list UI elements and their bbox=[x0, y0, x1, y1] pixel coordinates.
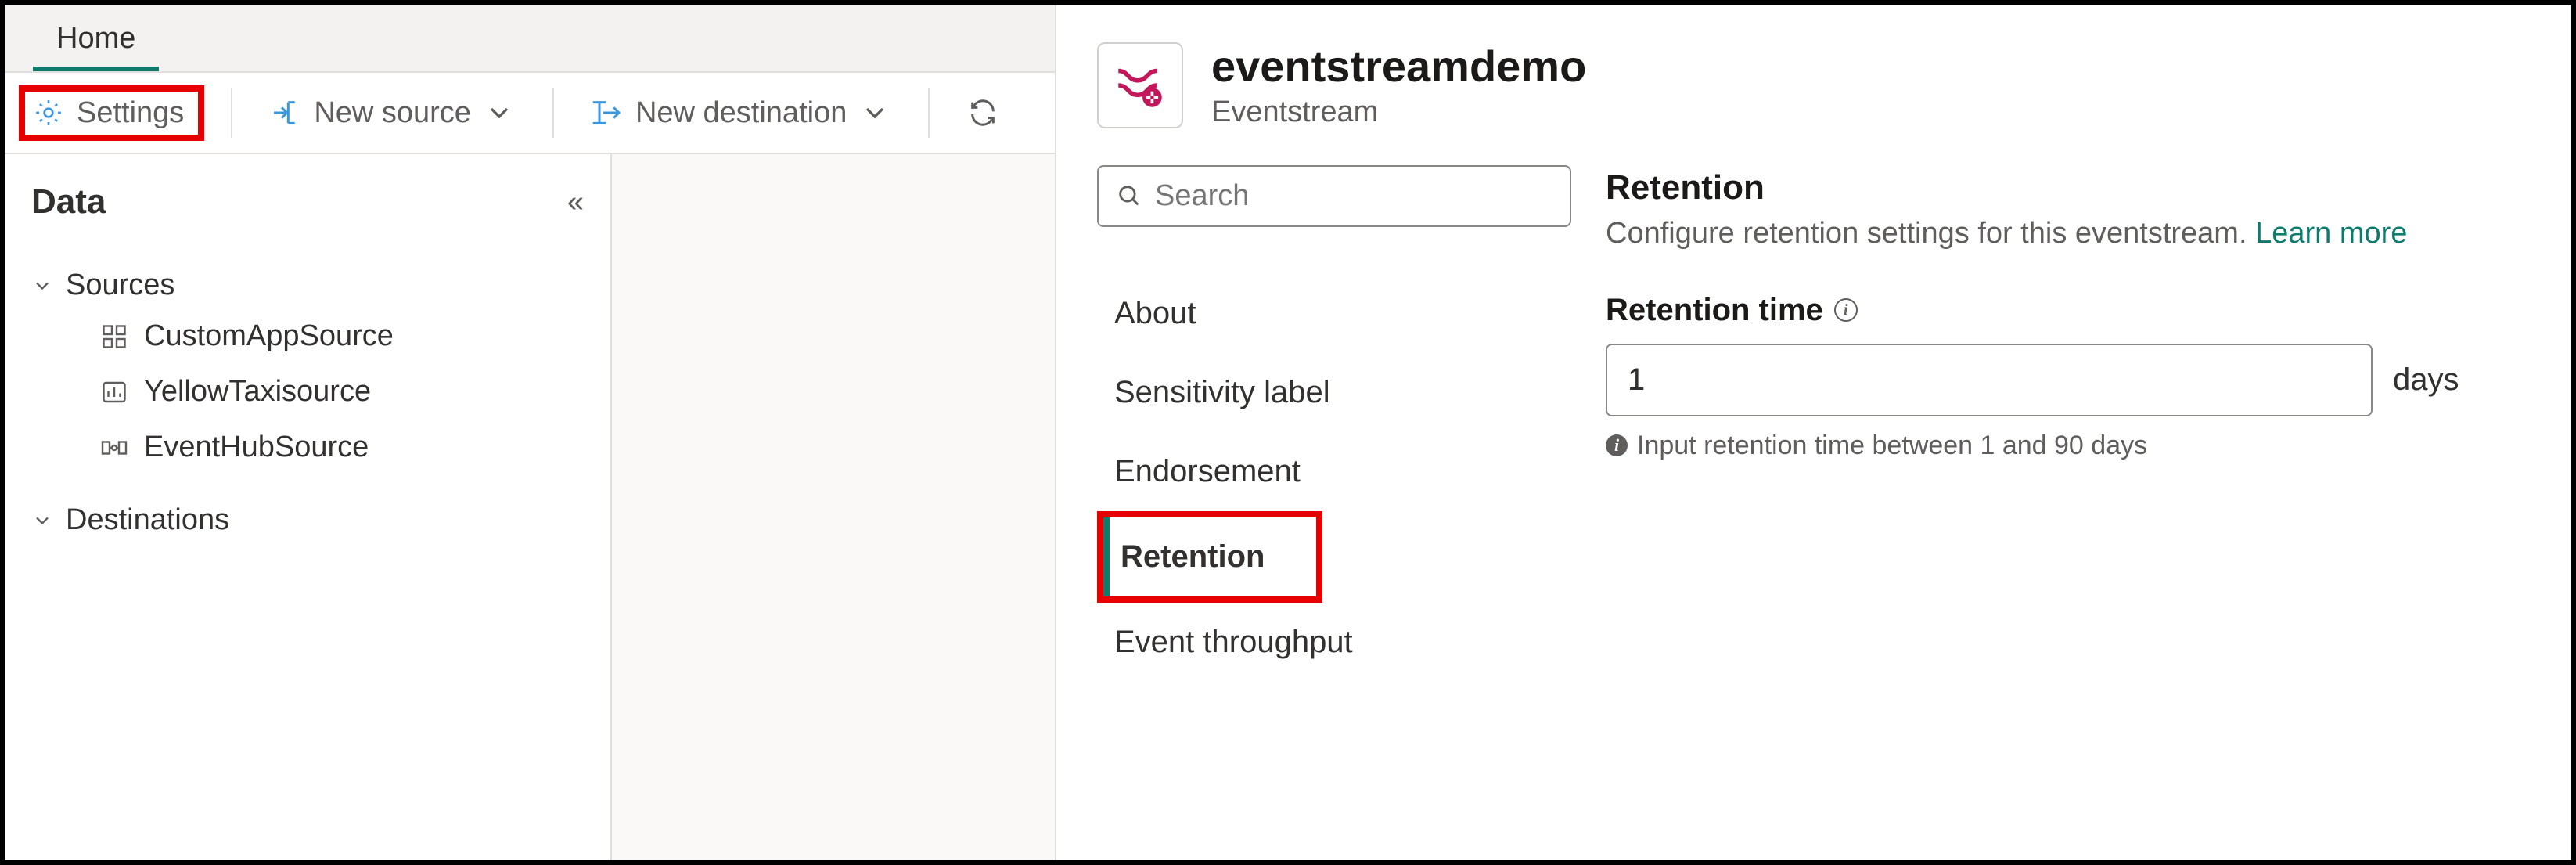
nav-item-throughput[interactable]: Event throughput bbox=[1097, 603, 1571, 682]
source-item-label: YellowTaxisource bbox=[144, 375, 371, 409]
chevron-down-icon bbox=[484, 97, 515, 128]
settings-panel-title: eventstreamdemo bbox=[1211, 42, 1586, 91]
chevron-down-icon bbox=[859, 97, 890, 128]
app-icon bbox=[100, 323, 128, 351]
source-item-customapp[interactable]: CustomAppSource bbox=[31, 308, 584, 364]
nav-item-about[interactable]: About bbox=[1097, 274, 1571, 353]
settings-search[interactable] bbox=[1097, 165, 1571, 227]
new-source-icon bbox=[270, 97, 301, 128]
new-destination-button[interactable]: New destination bbox=[581, 88, 901, 138]
new-source-button[interactable]: New source bbox=[259, 88, 526, 138]
tab-home[interactable]: Home bbox=[33, 9, 159, 71]
sources-section-label: Sources bbox=[66, 269, 174, 302]
settings-panel: eventstreamdemo Eventstream About Sensit… bbox=[1055, 5, 2571, 860]
nav-item-endorsement[interactable]: Endorsement bbox=[1097, 432, 1571, 511]
retention-unit-label: days bbox=[2393, 362, 2459, 398]
info-icon[interactable]: i bbox=[1834, 298, 1858, 322]
settings-nav: About Sensitivity label Endorsement Rete… bbox=[1097, 165, 1571, 860]
new-destination-icon bbox=[592, 97, 623, 128]
source-item-eventhub[interactable]: EventHubSource bbox=[31, 420, 584, 475]
sources-section-header[interactable]: Sources bbox=[31, 262, 584, 308]
retention-description: Configure retention settings for this ev… bbox=[1606, 217, 2531, 250]
collapse-panel-button[interactable]: « bbox=[567, 186, 584, 219]
data-panel-title: Data bbox=[31, 182, 106, 222]
eventstream-icon bbox=[1097, 42, 1183, 128]
data-icon bbox=[100, 378, 128, 406]
retention-time-input[interactable] bbox=[1606, 344, 2373, 416]
retention-hint: i Input retention time between 1 and 90 … bbox=[1606, 431, 2531, 461]
tab-row: Home bbox=[5, 5, 1055, 73]
canvas-area[interactable] bbox=[612, 154, 1055, 860]
nav-item-sensitivity[interactable]: Sensitivity label bbox=[1097, 353, 1571, 432]
refresh-icon bbox=[967, 97, 998, 128]
new-destination-label: New destination bbox=[635, 96, 847, 130]
retention-time-label: Retention time i bbox=[1606, 293, 2531, 328]
chevron-down-icon bbox=[31, 510, 53, 532]
refresh-button[interactable] bbox=[956, 89, 998, 136]
settings-label: Settings bbox=[77, 96, 184, 130]
info-icon: i bbox=[1606, 434, 1628, 456]
source-item-label: CustomAppSource bbox=[144, 319, 394, 353]
settings-content: Retention Configure retention settings f… bbox=[1606, 165, 2531, 860]
source-item-label: EventHubSource bbox=[144, 431, 369, 464]
source-item-yellowtaxi[interactable]: YellowTaxisource bbox=[31, 364, 584, 420]
retention-heading: Retention bbox=[1606, 168, 2531, 207]
settings-search-input[interactable] bbox=[1155, 179, 1552, 213]
search-icon bbox=[1116, 182, 1142, 209]
toolbar-divider bbox=[552, 88, 554, 138]
toolbar-divider bbox=[928, 88, 930, 138]
data-panel: Data « Sources CustomAppSource bbox=[5, 154, 612, 860]
nav-item-retention[interactable]: Retention bbox=[1103, 517, 1282, 596]
chevron-down-icon bbox=[31, 275, 53, 297]
gear-icon bbox=[33, 97, 64, 128]
eventhub-icon bbox=[100, 434, 128, 462]
left-body: Data « Sources CustomAppSource bbox=[5, 154, 1055, 860]
main-app-region: Home Settings New source bbox=[5, 5, 1055, 860]
learn-more-link[interactable]: Learn more bbox=[2255, 217, 2407, 250]
new-source-label: New source bbox=[314, 96, 471, 130]
toolbar-divider bbox=[231, 88, 232, 138]
settings-panel-subtitle: Eventstream bbox=[1211, 96, 1586, 129]
toolbar: Settings New source New destination bbox=[5, 73, 1055, 154]
settings-panel-header: eventstreamdemo Eventstream bbox=[1056, 5, 2571, 153]
destinations-section-label: Destinations bbox=[66, 503, 229, 537]
destinations-section-header[interactable]: Destinations bbox=[31, 497, 584, 543]
settings-button[interactable]: Settings bbox=[19, 85, 204, 141]
